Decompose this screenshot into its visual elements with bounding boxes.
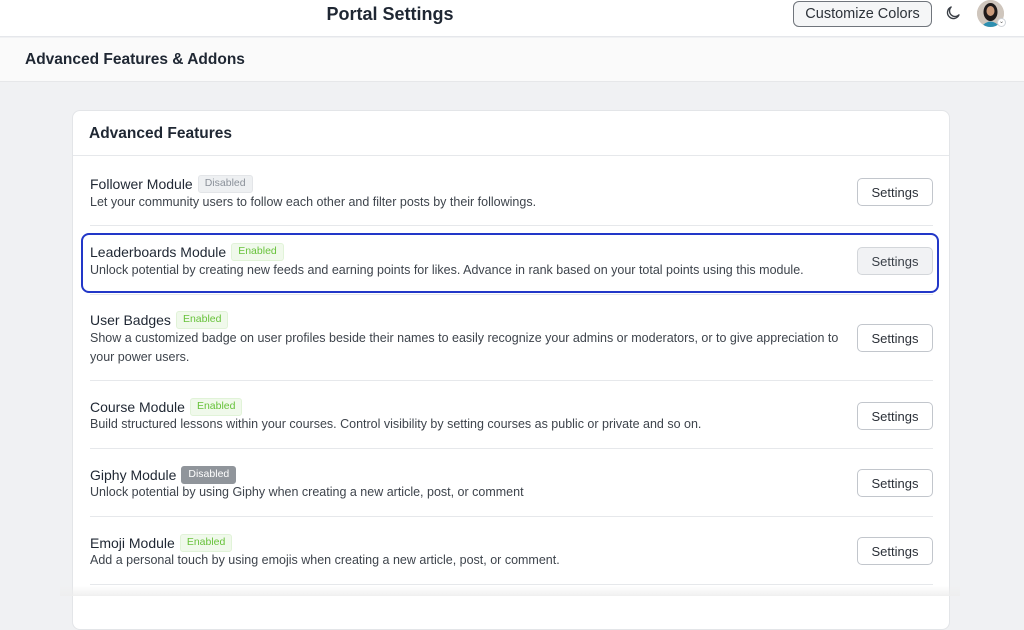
module-name: Giphy Module	[90, 467, 177, 483]
chevron-down-icon[interactable]: ⌄	[997, 18, 1006, 27]
module-description: Add a personal touch by using emojis whe…	[90, 553, 560, 567]
follower-settings-button[interactable]: Settings	[857, 178, 933, 206]
module-row-follower: Follower Module Disabled Let your commun…	[90, 156, 933, 226]
module-description: Let your community users to follow each …	[90, 195, 537, 209]
module-row-emoji: Emoji Module Enabled Add a personal touc…	[90, 517, 933, 585]
emoji-settings-button[interactable]: Settings	[857, 537, 933, 565]
page-title: Portal Settings	[326, 4, 454, 24]
module-description: Unlock potential by using Giphy when cre…	[90, 485, 524, 499]
module-row-giphy: Giphy Module Disabled Unlock potential b…	[90, 449, 933, 517]
module-name: User Badges	[90, 312, 171, 328]
module-description: Build structured lessons within your cou…	[90, 417, 702, 431]
module-name: Emoji Module	[90, 535, 175, 551]
card-title: Advanced Features	[89, 125, 232, 142]
status-badge: Enabled	[179, 534, 233, 552]
status-badge: Enabled	[231, 243, 284, 261]
module-name: Course Module	[90, 399, 185, 415]
status-badge: Enabled	[189, 398, 243, 416]
section-header: Advanced Features & Addons	[0, 38, 1024, 82]
moon-icon[interactable]	[944, 4, 962, 22]
user-badges-settings-button[interactable]: Settings	[857, 324, 933, 352]
module-row-user-badges: User Badges Enabled Show a customized ba…	[90, 295, 933, 381]
course-settings-button[interactable]: Settings	[857, 402, 933, 430]
module-description: Show a customized badge on user profiles…	[90, 331, 839, 364]
status-badge: Disabled	[181, 466, 237, 484]
scroll-fade	[60, 586, 960, 596]
module-row-leaderboards: Leaderboards Module Enabled Unlock poten…	[90, 226, 933, 295]
status-badge: Disabled	[197, 175, 253, 193]
module-description: Unlock potential by creating new feeds a…	[90, 263, 804, 277]
module-row-course: Course Module Enabled Build structured l…	[90, 381, 933, 449]
customize-colors-button[interactable]: Customize Colors	[793, 1, 932, 27]
card-header: Advanced Features	[73, 111, 949, 156]
module-name: Leaderboards Module	[90, 244, 227, 260]
leaderboards-settings-button[interactable]: Settings	[857, 247, 933, 275]
module-name: Follower Module	[90, 176, 193, 192]
advanced-features-card: Advanced Features Follower Module Disabl…	[72, 110, 950, 630]
status-badge: Enabled	[175, 311, 229, 329]
section-title: Advanced Features & Addons	[25, 51, 245, 68]
giphy-settings-button[interactable]: Settings	[857, 469, 933, 497]
top-bar: Portal Settings Customize Colors ⌄	[0, 0, 1024, 37]
